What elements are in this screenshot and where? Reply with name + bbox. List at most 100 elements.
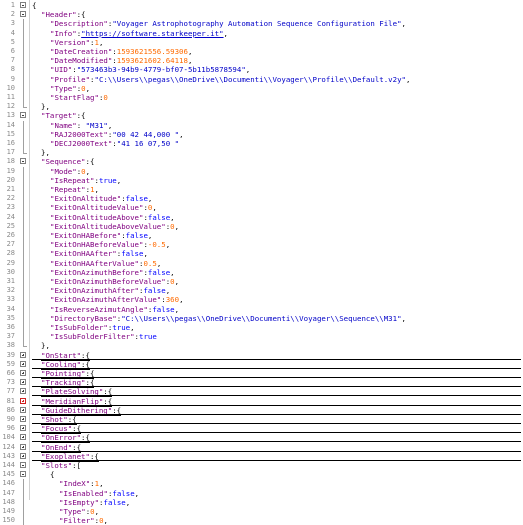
fold-expand-icon[interactable] (20, 416, 26, 422)
line-number: 26 (6, 231, 15, 239)
code-line[interactable]: 15 "RAJ2000Text":"00 42 44,000 ", (0, 129, 523, 139)
code-line[interactable]: 27 "ExitOnHABeforeValue":-0.5, (0, 240, 523, 250)
fold-collapse-icon[interactable] (20, 2, 26, 8)
code-line[interactable]: 38}, (0, 341, 523, 350)
code-token: 0 (103, 93, 108, 102)
code-line[interactable]: 32 "ExitOnAzimuthAfter":false, (0, 286, 523, 296)
code-line[interactable]: 6 "DateCreation":1593621556.59306, (0, 47, 523, 57)
code-token: "C:\\Users\\pegas\\OneDrive\\Documenti\\… (121, 313, 402, 323)
code-line[interactable]: 11 "StartFlag":0 (0, 93, 523, 103)
code-line[interactable]: 30 "ExitOnAzimuthBefore":false, (0, 267, 523, 277)
line-number: 27 (6, 240, 15, 249)
code-line[interactable]: 28 "ExitOnHAAfter":false, (0, 249, 523, 259)
code-line[interactable]: 1{ (0, 1, 523, 10)
code-line[interactable]: 144 "Slots":[ (0, 461, 523, 470)
code-token: , (152, 203, 157, 213)
code-line[interactable]: 66 "Pointing":{ (0, 369, 523, 379)
code-line[interactable]: 59 "Cooling":{ (0, 360, 523, 370)
code-line[interactable]: 81 "MeridianFlip":{ (0, 397, 523, 407)
code-line[interactable]: 21 "Repeat":1, (0, 185, 523, 195)
code-line[interactable]: 4 "Info":"https://software.starkeeper.it"… (0, 28, 523, 38)
line-number: 20 (6, 175, 15, 184)
code-line[interactable]: 10 "Type":0, (0, 83, 523, 93)
code-line[interactable]: 24 "ExitOnAltitudeAbove":false, (0, 212, 523, 222)
fold-expand-icon[interactable] (20, 370, 26, 376)
code-token: , (405, 74, 411, 84)
code-line[interactable]: 16 "DECJ2000Text":"41 16 07,50 " (0, 139, 523, 149)
code-line[interactable]: 148 "IsEmpty":false, (0, 497, 523, 507)
code-editor[interactable]: 1{2 "Header":{3 "Description":"Voyager Ast… (0, 0, 523, 525)
fold-expand-icon[interactable] (20, 443, 26, 450)
fold-expand-icon[interactable] (20, 452, 26, 459)
code-token: "IsSubFolderFilter" (50, 332, 135, 342)
code-line[interactable]: 29 "ExitOnHAAfterValue":0.5, (0, 258, 523, 268)
code-line[interactable]: 20 "IsRepeat":true, (0, 175, 523, 185)
code-line[interactable]: 3 "Description":"Voyager Astrophotography… (0, 19, 523, 29)
code-line[interactable]: 22 "ExitOnAltitude":false, (0, 194, 523, 204)
fold-guide (23, 231, 24, 241)
line-number: 30 (6, 267, 15, 276)
code-line[interactable]: 7 "DateModified":1593621602.64118, (0, 56, 523, 66)
code-text: "Name": "M31", (50, 121, 112, 130)
fold-collapse-icon[interactable] (20, 112, 26, 119)
fold-expand-icon[interactable] (20, 425, 26, 432)
code-token: , (147, 231, 153, 240)
code-line[interactable]: 147 "IsEnabled":false, (0, 488, 523, 498)
code-line[interactable]: 23 "ExitOnAltitudeValue":0, (0, 203, 523, 213)
code-line[interactable]: 39 "OnStart":{ (0, 351, 523, 361)
code-line[interactable]: 86 "GuideDithering":{ (0, 406, 523, 416)
code-line[interactable]: 149 "Type":0, (0, 507, 523, 517)
code-line[interactable]: 34 "IsReverseAzimutAngle":false, (0, 304, 523, 314)
fold-expand-icon[interactable] (20, 388, 26, 395)
code-line[interactable]: 2 "Header":{ (0, 10, 523, 19)
code-line[interactable]: 14 "Name": "M31", (0, 120, 523, 130)
fold-collapse-icon[interactable] (20, 158, 26, 165)
code-line[interactable]: 143 "Exoplanet":{ (0, 452, 523, 462)
code-line[interactable]: 96 "Focus":{ (0, 424, 523, 435)
fold-expand-icon[interactable] (20, 360, 26, 367)
code-line[interactable]: 5 "Version":1, (0, 37, 523, 47)
line-number: 124 (2, 442, 15, 451)
code-line[interactable]: 77 "PlateSolving":{ (0, 387, 523, 398)
code-token: false (125, 194, 148, 204)
code-line[interactable]: 150 "Filter":0, (0, 516, 523, 525)
fold-guide (23, 148, 24, 154)
fold-guide (23, 332, 24, 342)
code-token: "IndeX" (59, 479, 91, 489)
code-line[interactable]: 8 "UID":"573463b3-94b9-4779-bf07-5b11b587… (0, 65, 523, 75)
code-line[interactable]: 18 "Sequence":{ (0, 157, 523, 166)
code-line[interactable]: 146 "IndeX":1, (0, 479, 523, 489)
code-line[interactable]: 124 "OnEnd":{ (0, 442, 523, 453)
code-line[interactable]: 9 "Profile":"C:\\Users\\pegas\\OneDrive\\… (0, 74, 523, 84)
code-text: "DECJ2000Text":"41 16 07,50 " (50, 139, 179, 148)
code-line[interactable]: 25 "ExitOnAltitudeAboveValue":0, (0, 221, 523, 231)
code-token: "ExitOnHAAfter" (50, 249, 117, 259)
code-line[interactable]: 12}, (0, 102, 523, 111)
fold-expand-icon[interactable] (20, 379, 26, 386)
code-line[interactable]: 37 "IsSubFolderFilter":true (0, 332, 523, 342)
fold-expand-icon[interactable] (20, 406, 26, 413)
fold-expand-icon[interactable] (20, 434, 26, 441)
code-line[interactable]: 104 "OnError":{ (0, 433, 523, 444)
fold-expand-icon[interactable] (20, 397, 26, 404)
code-line[interactable]: 19 "Mode":0, (0, 166, 523, 176)
code-line[interactable]: 26 "ExitOnHABefore":false, (0, 231, 523, 241)
code-line[interactable]: 13 "Target":{ (0, 111, 523, 120)
fold-expand-icon[interactable] (20, 351, 26, 358)
code-line[interactable]: 73 "Tracking":{ (0, 378, 523, 389)
code-line[interactable]: 145 { (0, 470, 523, 479)
code-line[interactable]: 31 "ExitOnAzimuthBeforeValue":0, (0, 277, 523, 287)
code-line[interactable]: 90 "Shot":{ (0, 415, 523, 425)
fold-collapse-icon[interactable] (20, 462, 26, 468)
code-text: "IndeX":1, (59, 479, 104, 488)
code-line[interactable]: 33 "ExitOnAzimuthAfterValue":360, (0, 295, 523, 305)
code-line[interactable]: 35 "DirectoryBase":"C:\\Users\\pegas\\One… (0, 313, 523, 323)
code-token: "Target" (41, 111, 77, 121)
code-line[interactable]: 36 "IsSubFolder":true, (0, 323, 523, 333)
fold-collapse-icon[interactable] (20, 471, 26, 478)
code-line[interactable]: 17}, (0, 148, 523, 157)
code-token: , (165, 286, 171, 296)
fold-collapse-icon[interactable] (20, 11, 26, 18)
line-number: 34 (6, 304, 15, 313)
line-number: 2 (10, 10, 15, 19)
